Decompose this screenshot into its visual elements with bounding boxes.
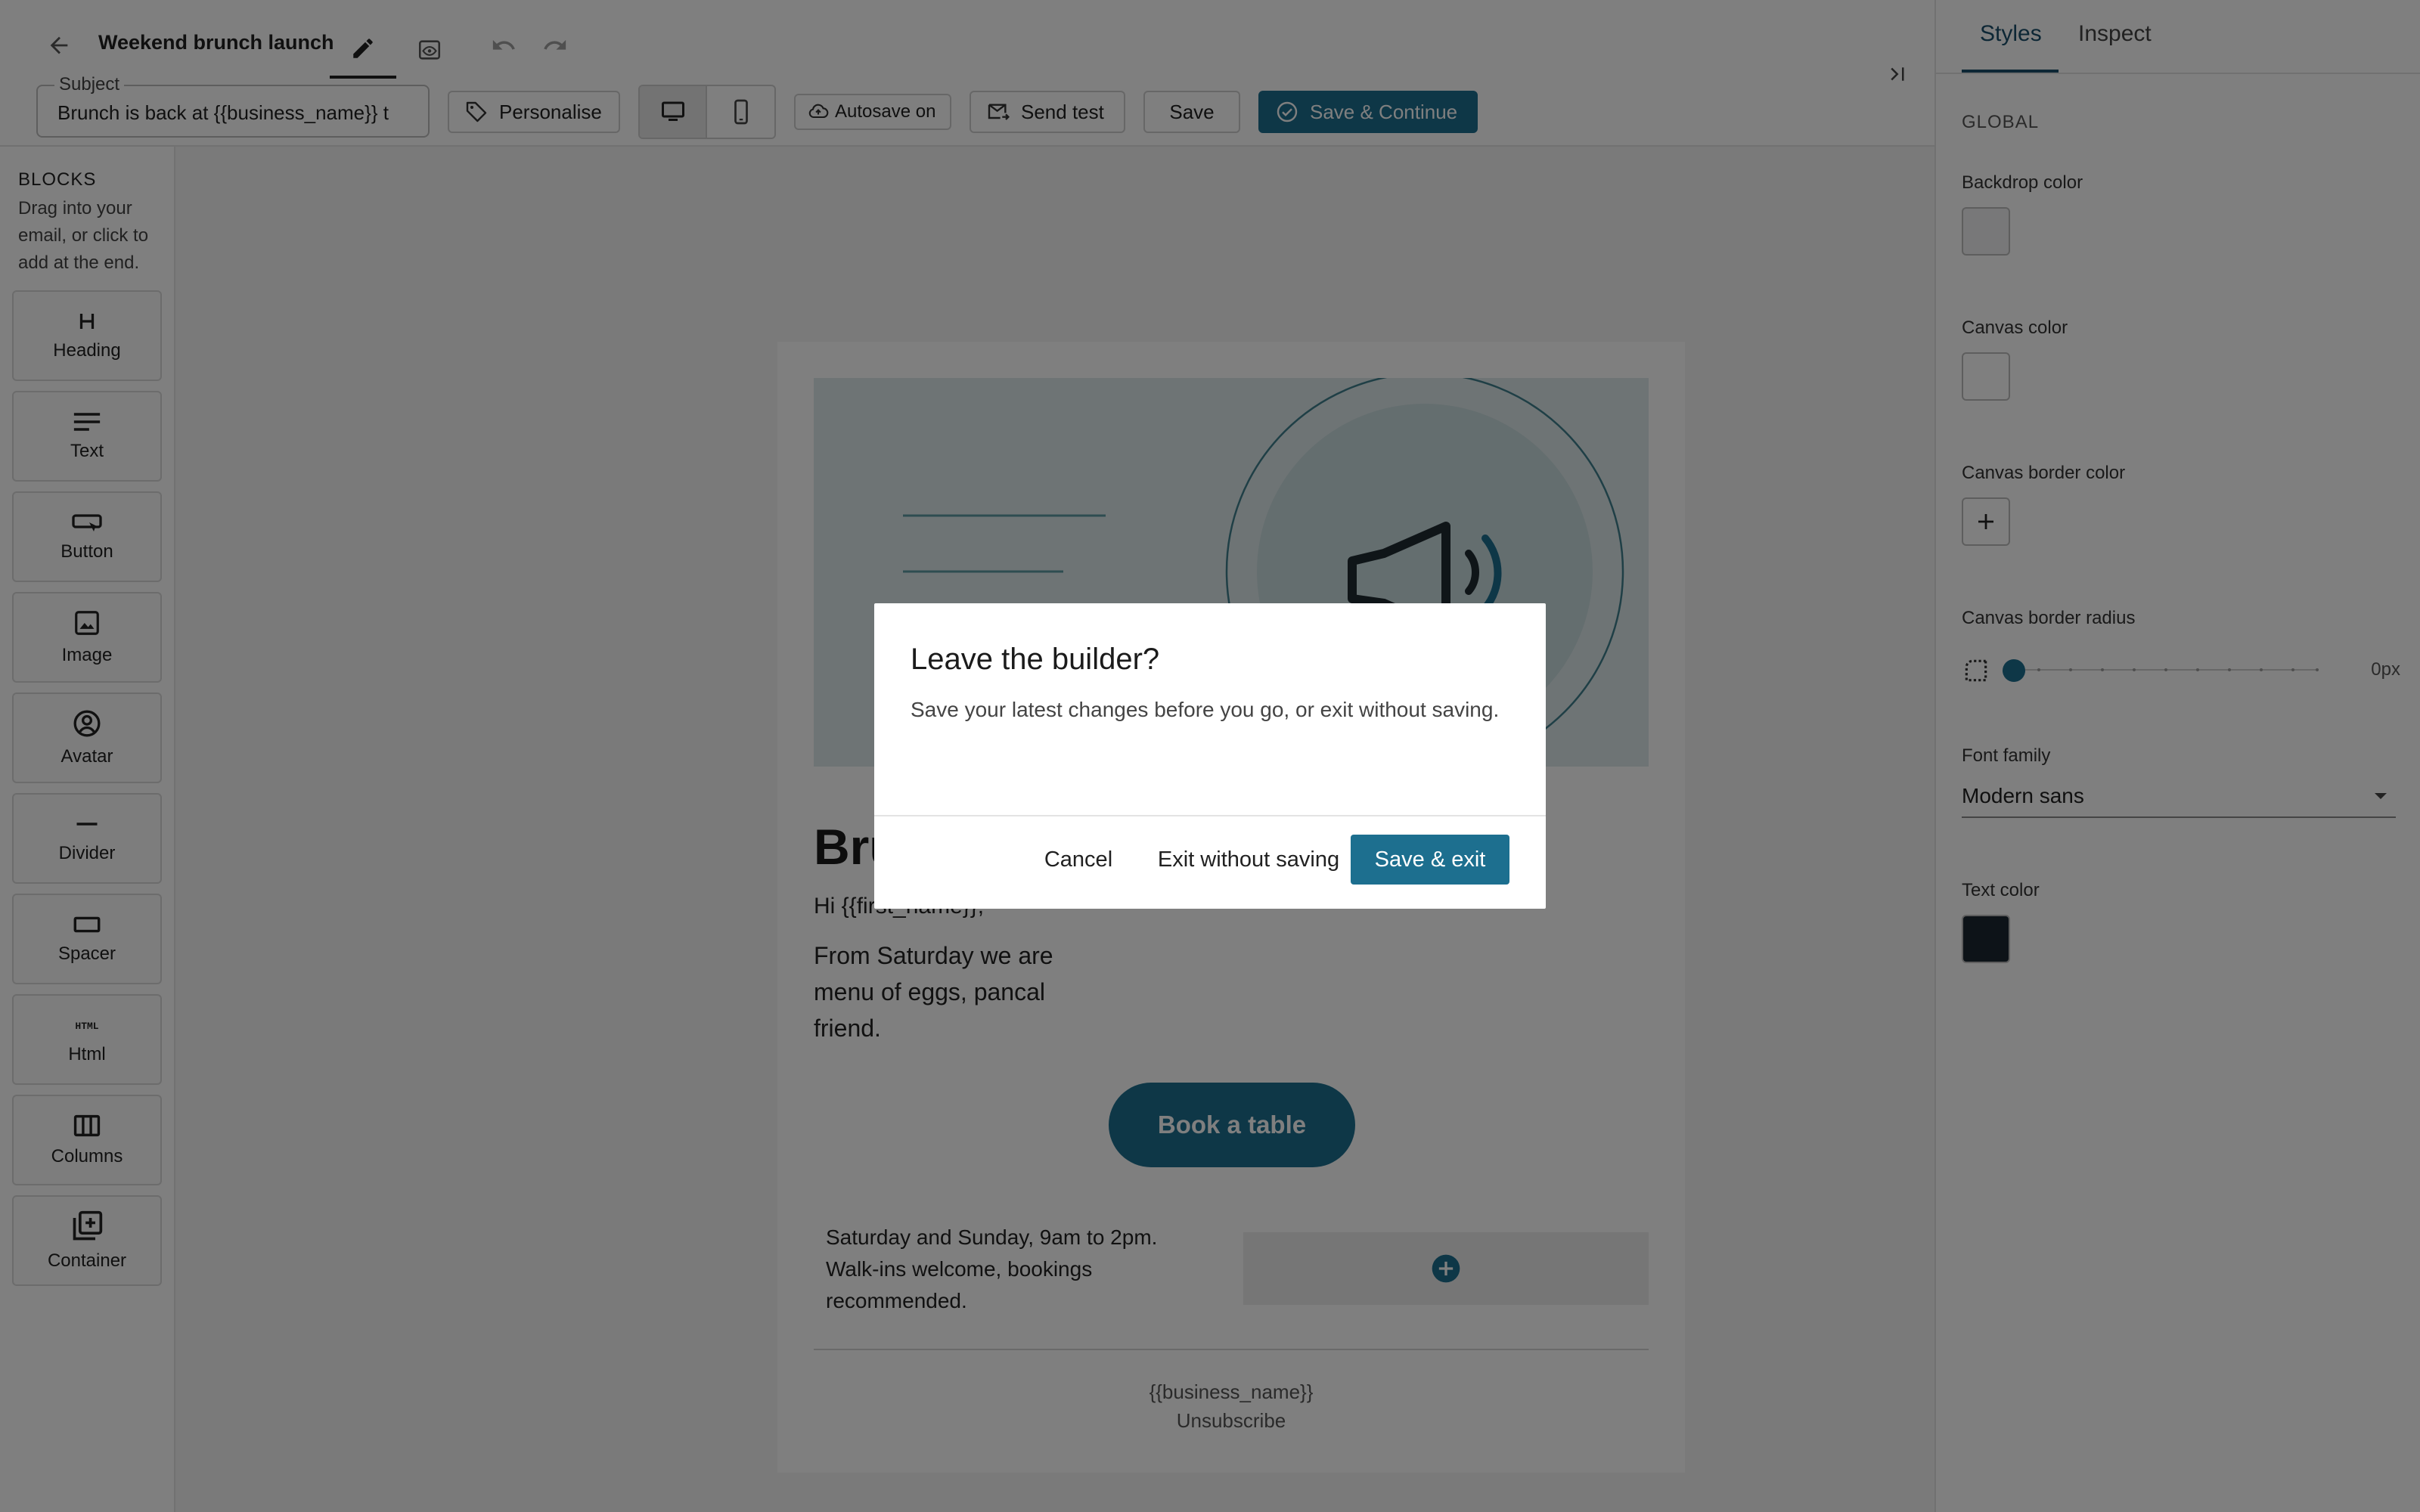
dialog-title: Leave the builder? [911, 643, 1160, 676]
cancel-button[interactable]: Cancel [1025, 835, 1131, 885]
exit-without-saving-button[interactable]: Exit without saving [1131, 835, 1366, 885]
dialog-message: Save your latest changes before you go, … [911, 698, 1500, 721]
leave-builder-dialog: Leave the builder? Save your latest chan… [874, 603, 1546, 909]
dialog-divider [874, 815, 1546, 816]
save-and-exit-button[interactable]: Save & exit [1351, 835, 1509, 885]
